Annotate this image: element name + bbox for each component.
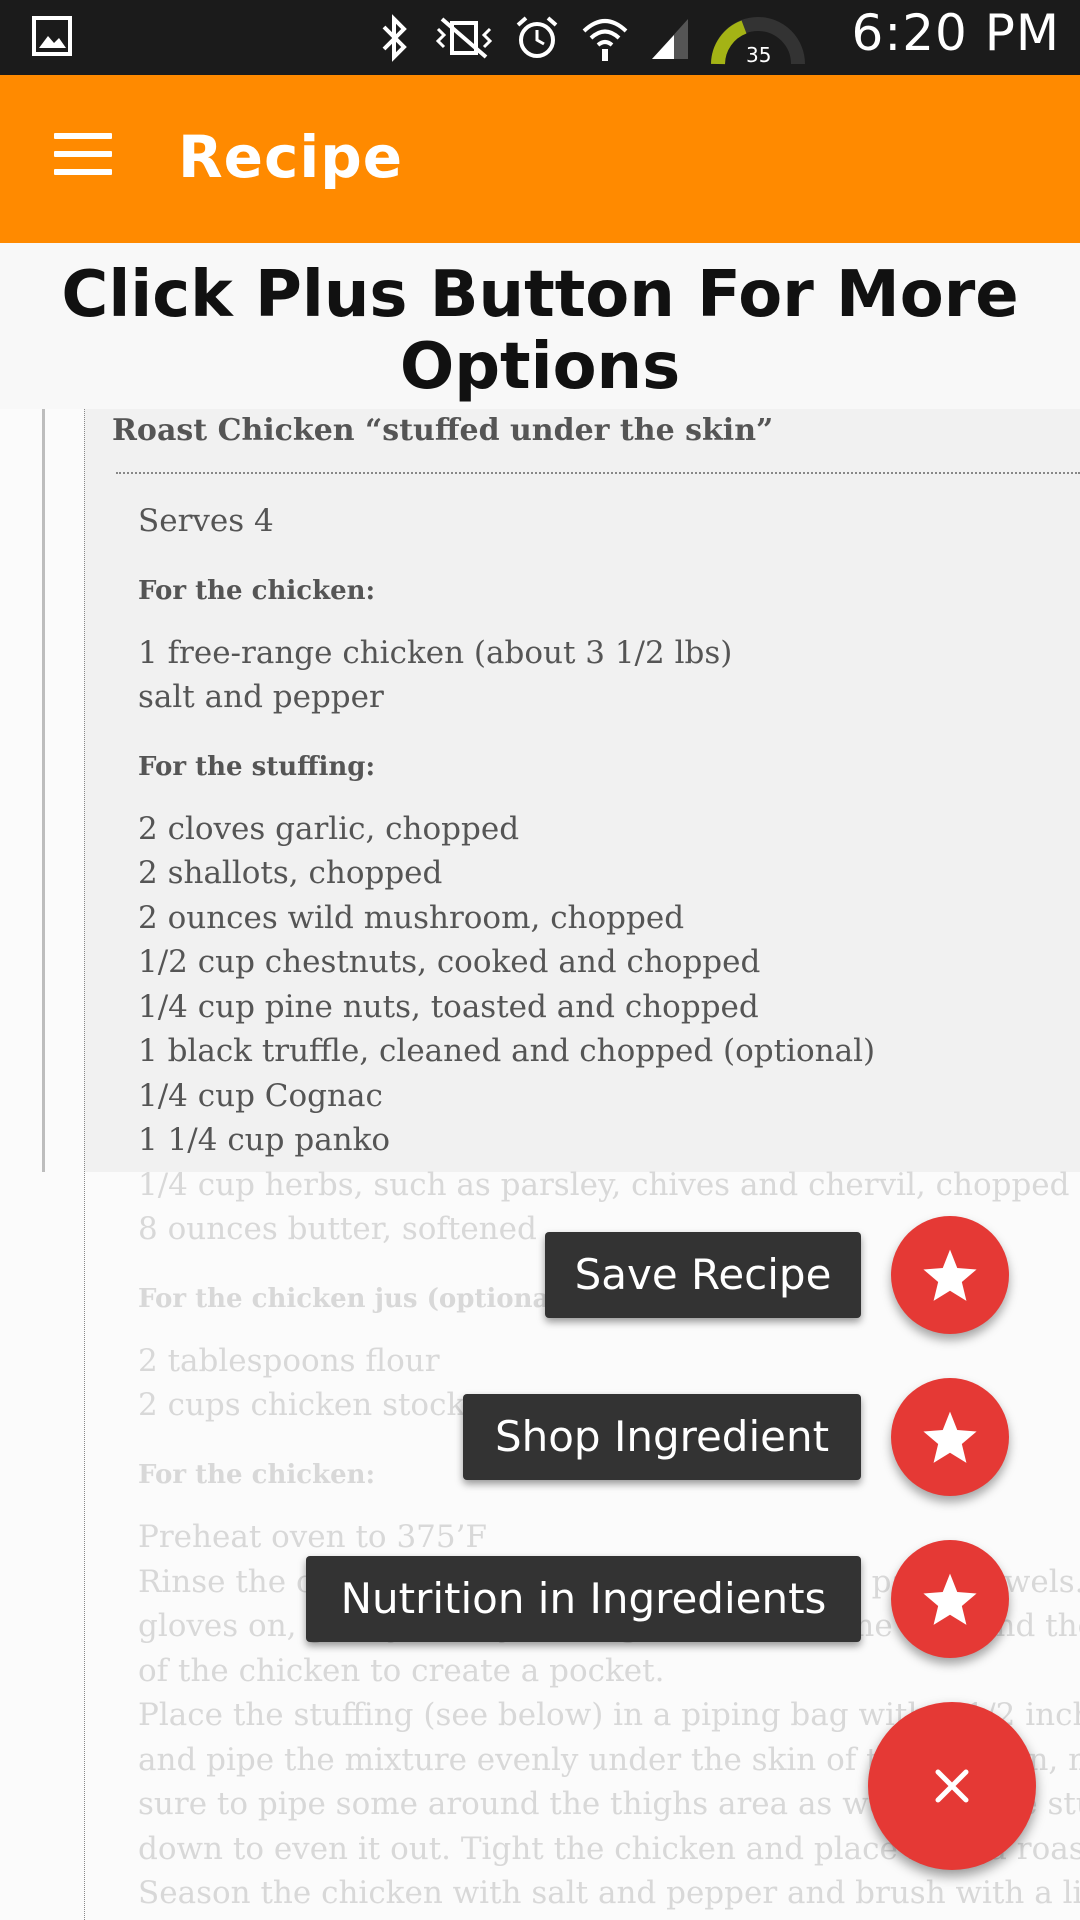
star-icon: [923, 1411, 977, 1463]
star-icon: [923, 1573, 977, 1625]
headline-line-2: Options: [399, 330, 681, 404]
ingredient-item: 2 tablespoons flour: [138, 1343, 440, 1379]
wifi-icon: [582, 19, 628, 61]
vibrate-icon: [435, 17, 493, 59]
section-heading-chicken: For the chicken:: [138, 576, 376, 606]
app-title: Recipe: [178, 123, 404, 191]
signal-icon: [652, 19, 688, 59]
content-divider: [84, 409, 86, 1920]
ingredient-item: 1/2 cup chestnuts, cooked and chopped: [138, 944, 761, 980]
section-heading-jus: For the chicken jus (optional):: [138, 1284, 582, 1314]
battery-icon: 35: [711, 17, 805, 66]
ingredient-item: 8 ounces butter, softened: [138, 1211, 537, 1247]
save-recipe-label[interactable]: Save Recipe: [545, 1232, 861, 1318]
serves-text: Serves 4: [138, 503, 274, 539]
ingredient-item: 1/4 cup Cognac: [138, 1078, 383, 1114]
ingredient-item: 1/4 cup pine nuts, toasted and chopped: [138, 989, 759, 1025]
scroll-indicator: [42, 409, 45, 1172]
section-heading-method: For the chicken:: [138, 1460, 376, 1490]
nutrition-button[interactable]: [891, 1540, 1009, 1658]
status-bar: 35 6:20 PM: [0, 0, 1080, 75]
section-heading-stuffing: For the stuffing:: [138, 752, 376, 782]
ingredient-item: 1/4 cup herbs, such as parsley, chives a…: [138, 1167, 1070, 1203]
gallery-icon: [32, 16, 72, 56]
ingredient-item: 1 black truffle, cleaned and chopped (op…: [138, 1033, 876, 1069]
battery-level: 35: [746, 43, 771, 66]
method-line: Preheat oven to 375’F: [138, 1519, 487, 1555]
app-bar: Recipe: [0, 75, 1080, 243]
ingredient-item: salt and pepper: [138, 679, 384, 715]
shop-ingredient-button[interactable]: [891, 1378, 1009, 1496]
ingredient-item: 2 cups chicken stock: [138, 1387, 466, 1423]
ingredient-item: 2 cloves garlic, chopped: [138, 811, 520, 847]
recipe-content[interactable]: Roast Chicken “stuffed under the skin” S…: [0, 409, 1080, 1920]
hamburger-menu-icon[interactable]: [54, 133, 112, 177]
title-divider: [116, 472, 1080, 474]
ingredient-item: 1 1/4 cup panko: [138, 1122, 391, 1158]
bluetooth-icon: [382, 14, 407, 62]
status-time: 6:20 PM: [851, 4, 1060, 62]
nutrition-label[interactable]: Nutrition in Ingredients: [306, 1556, 861, 1642]
save-recipe-button[interactable]: [891, 1216, 1009, 1334]
ingredient-item: 2 shallots, chopped: [138, 855, 443, 891]
ingredient-item: 2 ounces wild mushroom, chopped: [138, 900, 685, 936]
ingredient-item: 1 free-range chicken (about 3 1/2 lbs): [138, 635, 733, 671]
shop-ingredient-label[interactable]: Shop Ingredient: [463, 1394, 861, 1480]
method-line: of the chicken to create a pocket.: [138, 1653, 665, 1689]
alarm-icon: [516, 16, 558, 58]
star-icon: [923, 1249, 977, 1301]
headline-line-1: Click Plus Button For More: [61, 258, 1019, 332]
fab-close-button[interactable]: [868, 1702, 1036, 1870]
close-icon: [935, 1769, 969, 1803]
instruction-headline: Click Plus Button For More Options: [0, 243, 1080, 409]
recipe-title: Roast Chicken “stuffed under the skin”: [112, 413, 774, 448]
method-line: Season the chicken with salt and pepper …: [138, 1875, 1080, 1911]
